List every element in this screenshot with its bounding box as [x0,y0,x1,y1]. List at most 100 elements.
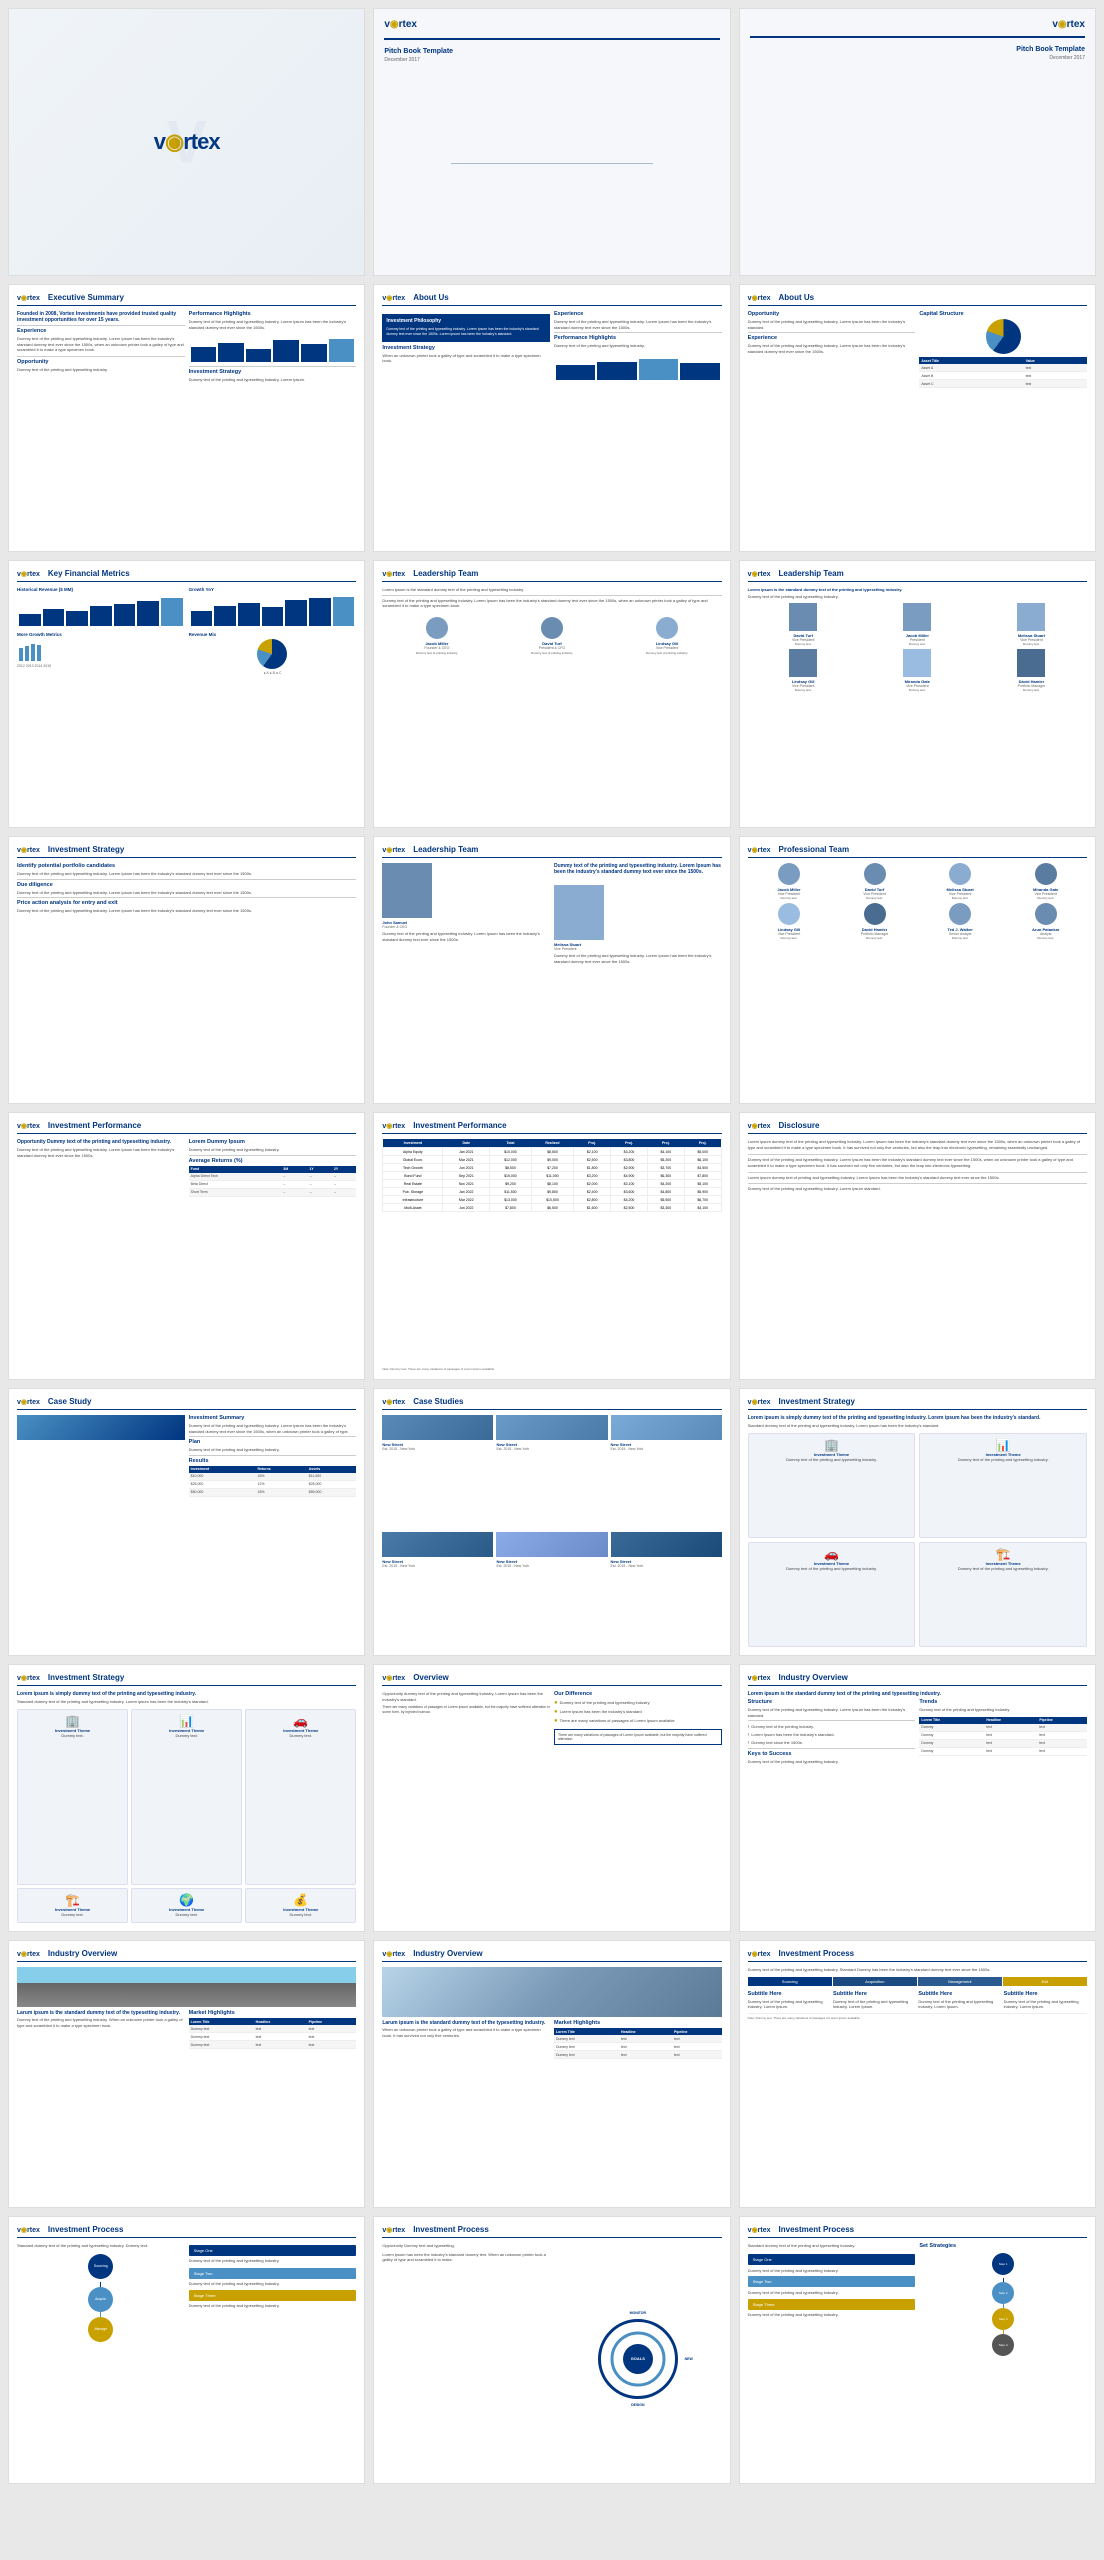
slide-case-study: v◉rtex Case Study Investment Summary Dum… [8,1388,365,1656]
slide-industry-building: v◉rtex Industry Overview Larum ipsum is … [373,1940,730,2208]
slide-title: Leadership Team [779,569,844,578]
case-img-6 [611,1532,722,1557]
slide-logo: v◉rtex [17,570,40,578]
slide-logo: v◉rtex [17,2226,40,2234]
pitch-title-right: Pitch Book Template December 2017 [750,46,1085,61]
founder-photo [382,863,432,918]
revenue-label: Historical Revenue ($ MM) [17,587,185,592]
case-6: New Street Est. 2015 - New York [611,1532,722,1647]
slide-inv-process-1: v◉rtex Investment Process Dummy text of … [739,1940,1096,2208]
growth-years: 2012 2013 2014 2015 [17,664,185,668]
stage-4-3: Stage Three [748,2299,916,2310]
pro-2: David Turf Vice President Dummy text. [833,863,916,900]
inv-summary-title: Investment Summary [189,1415,357,1421]
leader-e: Miranda Gate Vice President Dummy text. [862,649,973,692]
pro-photo-6 [864,903,886,925]
design-label: DESIGN [631,2403,644,2407]
building-icon: 🏢 [753,1438,911,1452]
theme-3: 🚗 Investment Theme Dummy text of the pri… [748,1542,916,1647]
slide-financial-metrics: v◉rtex Key Financial Metrics Historical … [8,560,365,828]
slide-inv-process-3: v◉rtex Investment Process Opportunity Du… [373,2216,730,2484]
subtitle-2: Subtitle Here Dummy text of the printing… [833,1991,916,2010]
slide-inv-strategy-2: v◉rtex Investment Strategy Lorem ipsum i… [739,1388,1096,1656]
pro-1: Jacob Miller Vice President Dummy text. [748,863,831,900]
vp-photo [554,885,604,940]
bullet-icon-3: ● [554,1718,558,1724]
plan-title: Plan [189,1439,357,1445]
car-icon: 🚗 [753,1547,911,1561]
avg-returns-label: Average Returns (%) [189,1158,357,1164]
slide-inv-process-2: v◉rtex Investment Process Standard dummy… [8,2216,365,2484]
case-img-5 [496,1532,607,1557]
leader-photo-b [903,603,931,631]
leader-a: David Turf Vice President Dummy text. [748,603,859,646]
stage-2: Stage Two [189,2268,357,2279]
slide-industry-city: v◉rtex Industry Overview Larum ipsum is … [8,1940,365,2208]
pitch-title: Pitch Book Template December 2017 [384,48,719,63]
slide-3: VORTEX v◉rtex Pitch Book Template Decemb… [739,8,1096,276]
revenue-mix-label: Revenue Mix [189,632,357,637]
pro-5: Lindsay Gill Vice President Dummy text. [748,903,831,940]
slide-title: Professional Team [779,845,850,854]
slide-logo: v◉rtex [17,1122,40,1130]
leader-photo-c [1017,603,1045,631]
pro-6: David Hamler Portfolio Manager Dummy tex… [833,903,916,940]
slide-logo: v◉rtex [17,1950,40,1958]
new-label: NEW [685,2357,693,2361]
theme-2-4: 🏗️ Investment Theme Dummy text. [17,1888,128,1923]
phase-management: Management [918,1977,1002,1986]
leader-b: Jacob Miller President Dummy text. [862,603,973,646]
pro-photo-8 [1035,903,1057,925]
leader-3: Lindsay Gill Vice President Dummy text o… [646,617,688,655]
strategy-circle-3: Step 3 [992,2308,1014,2330]
growth-metrics-label: More Growth Metrics [17,632,185,637]
founded-text: Founded in 2008, Vortex Investments have… [17,311,185,323]
theme-2-1: 🏢 Investment Theme Dummy text. [17,1709,128,1886]
slide-logo: v◉rtex [748,1950,771,1958]
growth-chart [17,638,185,663]
leader-2: David Turf President & CFO Dummy text of… [531,617,573,655]
case-1: New Street Est. 2015 - New York [382,1415,493,1529]
due-diligence-title: Due diligence [17,882,356,888]
monitor-label: MONITOR [630,2311,646,2315]
city-photo [17,1967,356,2007]
leader-photo-1 [426,617,448,639]
industry-intro: Lorem ipsum is the standard dummy text o… [748,1691,1087,1697]
slide-title: Key Financial Metrics [48,569,130,578]
subtitle-1: Subtitle Here Dummy text of the printing… [748,1991,831,2010]
leader-photo-e [903,649,931,677]
point-1: ● Dummy text of the printing and typeset… [554,1700,722,1706]
experience-title2: Experience [748,335,916,341]
key-2: › Lorem Ipsum has been the industry's st… [748,1732,916,1738]
leader-c: Melissa Stuart Vice President Dummy text… [976,603,1087,646]
trends-title: Trends [919,1699,1087,1705]
slide-title: About Us [779,293,815,302]
theme-2-2: 📊 Investment Theme Dummy text. [131,1709,242,1886]
slide-leadership-2: v◉rtex Leadership Team Lorem ipsum is th… [739,560,1096,828]
slide-title: About Us [413,293,449,302]
investment-strategy-title: Investment Strategy [382,345,550,351]
pro-7: Ted J. Walker Senior Analyst Dummy text. [919,903,1002,940]
slide-inv-process-4: v◉rtex Investment Process Standard dummy… [739,2216,1096,2484]
building-photo [382,1967,721,2017]
slide-logo: v◉rtex [748,846,771,854]
experience-title: Experience [554,311,722,317]
slide-logo: v◉rtex [382,1398,405,1406]
pro-4: Miranda Gate Vice President Dummy text. [1004,863,1087,900]
slide-inv-perf-2: v◉rtex Investment Performance Investment… [373,1112,730,1380]
slide-logo: v◉rtex [382,1950,405,1958]
strategy-circle-4: Step 4 [992,2334,1014,2356]
slide-title: Case Studies [413,1397,463,1406]
stage-3: Stage Three [189,2290,357,2301]
chart-icon: 📊 [924,1438,1082,1452]
case-4: New Street Est. 2015 - New York [382,1532,493,1647]
goals-diagram: GOALS MONITOR DESIGN NEW [598,2319,678,2399]
inv-process-3-intro: Opportunity Dummy text and typesetting. [382,2243,550,2249]
slide-logo: v◉rtex [382,846,405,854]
building-intro: Larum ipsum is the standard dummy text o… [382,2020,550,2026]
identify-title: Identify potential portfolio candidates [17,863,356,869]
strategy-circle-1: Step 1 [992,2253,1014,2275]
process-circle-1: Sourcing [88,2254,113,2279]
phase-sourcing: Sourcing [748,1977,832,1986]
capital-table: Asset TitleValue Asset Atext Asset Btext… [919,357,1087,388]
